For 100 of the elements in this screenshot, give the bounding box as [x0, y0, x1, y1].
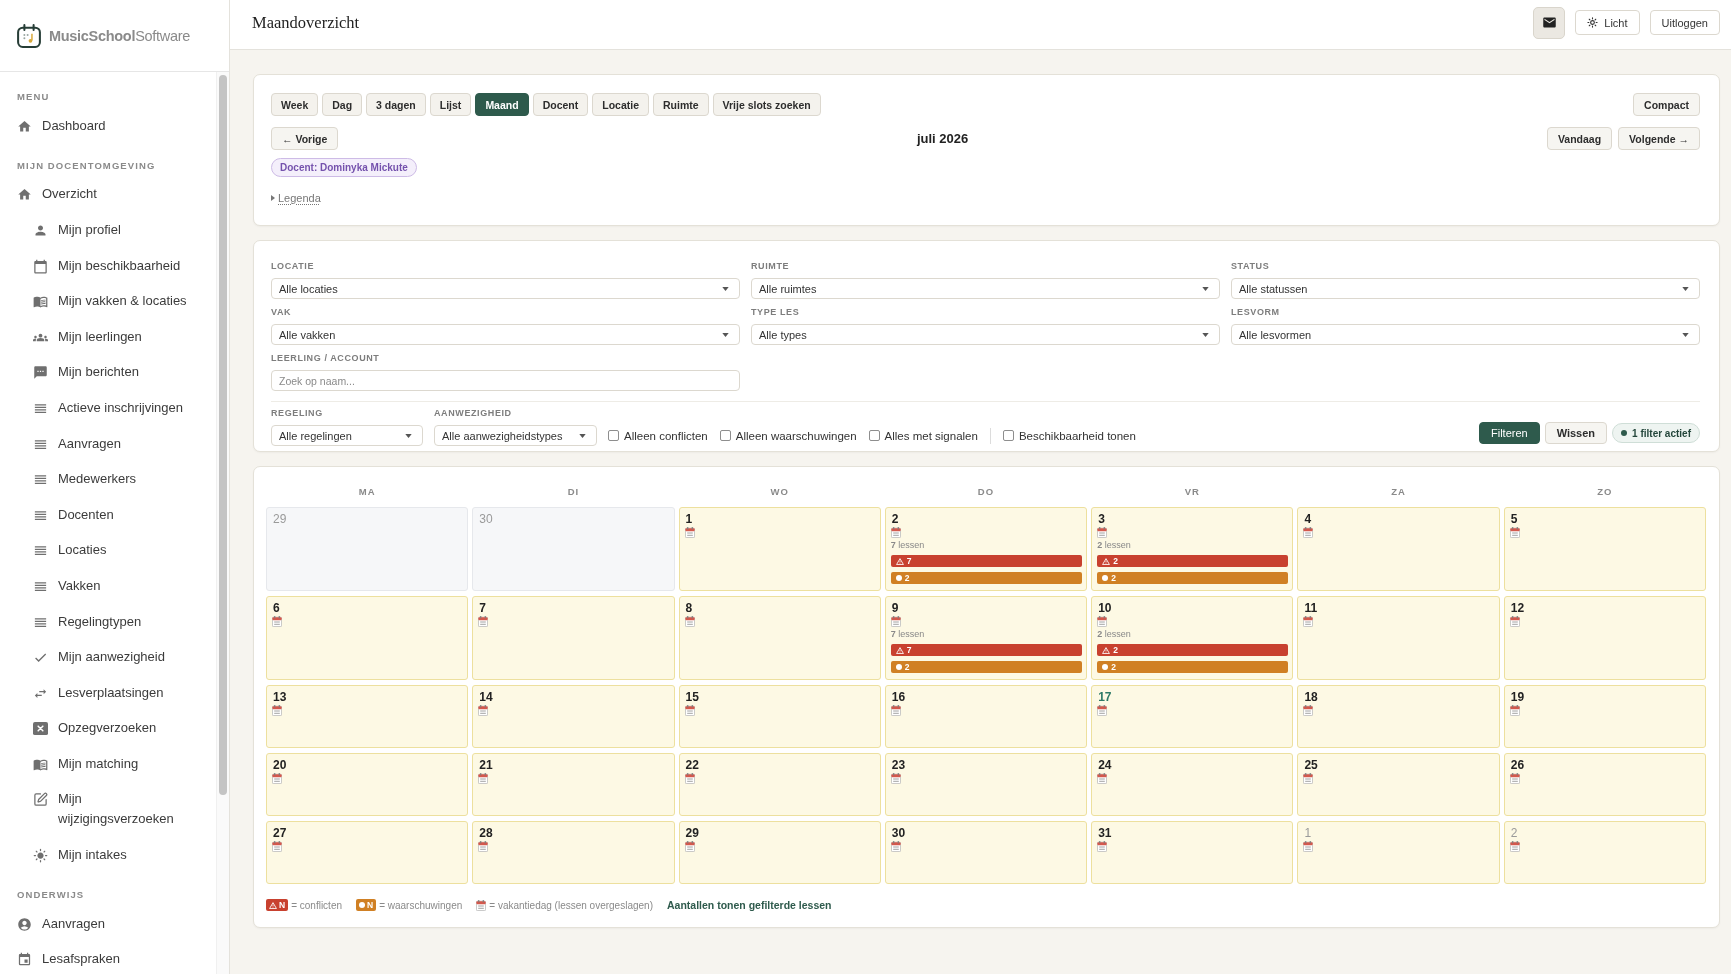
caret-icon [1202, 332, 1209, 337]
field-label: LOCATIE [271, 260, 315, 272]
teacher-filter-chip[interactable]: Docent: Dominyka Mickute [271, 158, 417, 177]
x-square-icon [33, 721, 48, 737]
calendar-icon [684, 705, 695, 716]
calendar-icon [1303, 705, 1314, 716]
calendar-icon [890, 773, 901, 784]
view-tab[interactable]: Locatie [592, 93, 649, 116]
sidebar-item[interactable]: Dashboard [17, 108, 112, 144]
select-field[interactable]: Alle locaties [271, 278, 740, 299]
sidebar-item[interactable]: Lesverplaatsingen [33, 674, 170, 711]
view-tab[interactable]: 3 dagen [366, 93, 426, 116]
calendar-icon [890, 527, 901, 538]
view-tab[interactable]: Ruimte [653, 93, 709, 116]
view-tab[interactable]: Lijst [429, 93, 472, 116]
sidebar-item[interactable]: Vakken [33, 568, 107, 604]
calendar-icon [1097, 527, 1108, 538]
day-number: 11 [1304, 601, 1318, 615]
checkbox-label: Alles met signalen [884, 429, 978, 442]
select-field[interactable]: Alle statussen [1231, 278, 1700, 299]
calendar-icon [684, 527, 695, 538]
calendar-icon [478, 773, 489, 784]
active-filter-chip[interactable]: 1 filter actief [1612, 423, 1700, 443]
mail-button[interactable] [1533, 6, 1566, 39]
filter-button[interactable]: Filteren [1478, 422, 1540, 444]
logo-icon [17, 23, 41, 48]
calendar-icon [478, 616, 489, 627]
sidebar-item[interactable]: Mijn beschikbaarheid [33, 247, 187, 284]
sidebar-item[interactable]: Regelingtypen [33, 603, 148, 640]
day-number: 17 [1098, 690, 1112, 704]
logo-text: MusicSchoolSoftware [49, 27, 190, 44]
calendar-icon [1303, 773, 1314, 784]
scrollbar-thumb[interactable] [219, 75, 227, 795]
field-label: LEERLING / ACCOUNT [271, 352, 380, 364]
sidebar-item[interactable]: Mijn wijzigingsverzoeken [33, 781, 202, 838]
view-tab[interactable]: Week [271, 93, 319, 116]
conflict-bar[interactable]: 2 [1097, 644, 1289, 656]
symbol-label: N [367, 900, 374, 910]
sidebar-item[interactable]: Lesafspraken [17, 941, 127, 974]
select-field[interactable]: Alle regelingen [271, 425, 423, 446]
clear-button[interactable]: Wissen [1544, 422, 1608, 444]
calendar-icon [684, 616, 695, 627]
legend-text: = waarschuwingen [379, 899, 463, 911]
calendar-icon [1509, 527, 1520, 538]
checkbox[interactable] [1002, 430, 1014, 441]
checkbox[interactable] [608, 430, 619, 441]
day-number: 7 [479, 601, 486, 615]
conflict-bar[interactable]: 7 [890, 644, 1083, 656]
sidebar-item[interactable]: Opzegverzoeken [33, 710, 163, 747]
day-number: 29 [273, 512, 287, 526]
sidebar-item[interactable]: Mijn profiel [33, 212, 127, 248]
sidebar-item[interactable]: Aanvragen [17, 905, 111, 942]
sidebar-item[interactable]: Mijn intakes [33, 837, 133, 873]
view-tab[interactable]: Vrije slots zoeken [712, 93, 821, 116]
view-tab[interactable]: Dag [322, 93, 363, 116]
day-number: 3 [1098, 512, 1105, 526]
calendar-icon [478, 841, 489, 852]
view-tab[interactable]: Maand [475, 93, 529, 116]
day-number: 5 [1510, 512, 1518, 526]
header-button[interactable]: Uitloggen [1649, 10, 1720, 35]
sidebar-item[interactable]: Actieve inschrijvingen [33, 390, 189, 426]
sidebar-item[interactable]: Overzicht [17, 176, 103, 213]
sidebar-item[interactable]: Docenten [33, 496, 120, 533]
select-field[interactable]: Alle aanwezigheidstypes [434, 425, 597, 446]
calendar-icon [17, 952, 32, 968]
today-button[interactable]: Vandaag [1546, 127, 1613, 150]
book-icon [33, 294, 48, 310]
sidebar-item[interactable]: Medewerkers [33, 461, 143, 497]
conflict-bar[interactable]: 7 [890, 555, 1083, 567]
day-number: 25 [1304, 758, 1318, 772]
legend-toggle[interactable]: Legenda [271, 191, 321, 205]
previous-button[interactable]: ← Vorige [271, 127, 339, 150]
field-label: LESVORM [1231, 306, 1280, 318]
select-field[interactable]: Alle types [751, 324, 1220, 345]
calendar-icon [1303, 527, 1314, 538]
theme-toggle-button[interactable]: Licht [1575, 10, 1640, 35]
sidebar-item[interactable]: Mijn berichten [33, 354, 145, 391]
sidebar-item[interactable]: Mijn matching [33, 746, 145, 782]
day-number: 21 [479, 758, 493, 772]
next-button[interactable]: Volgende → [1618, 127, 1700, 150]
day-number: 4 [1304, 512, 1312, 526]
checkbox[interactable] [868, 430, 880, 441]
sidebar-item[interactable]: Aanvragen [33, 425, 127, 462]
select-field[interactable]: Alle lesvormen [1231, 324, 1700, 345]
sidebar-item[interactable]: Mijn aanwezigheid [33, 639, 171, 675]
view-tab[interactable]: Docent [532, 93, 589, 116]
field-label: VAK [271, 306, 292, 318]
warning-triangle-icon [1102, 557, 1111, 565]
sidebar-item[interactable]: Locaties [33, 532, 113, 569]
warning-triangle-icon [895, 557, 904, 565]
select-field[interactable]: Alle ruimtes [751, 278, 1220, 299]
sidebar-item[interactable]: Mijn vakken & locaties [33, 283, 193, 319]
sidebar-item[interactable]: Mijn leerlingen [33, 318, 148, 355]
select-field[interactable]: Alle vakken [271, 324, 740, 345]
search-field[interactable]: Zoek op naam... [271, 370, 740, 391]
calendar-icon [890, 841, 901, 852]
compact-button[interactable]: Compact [1633, 93, 1700, 116]
weekday-label: VR [1184, 486, 1200, 498]
conflict-bar[interactable]: 2 [1097, 555, 1289, 567]
checkbox[interactable] [719, 430, 731, 441]
